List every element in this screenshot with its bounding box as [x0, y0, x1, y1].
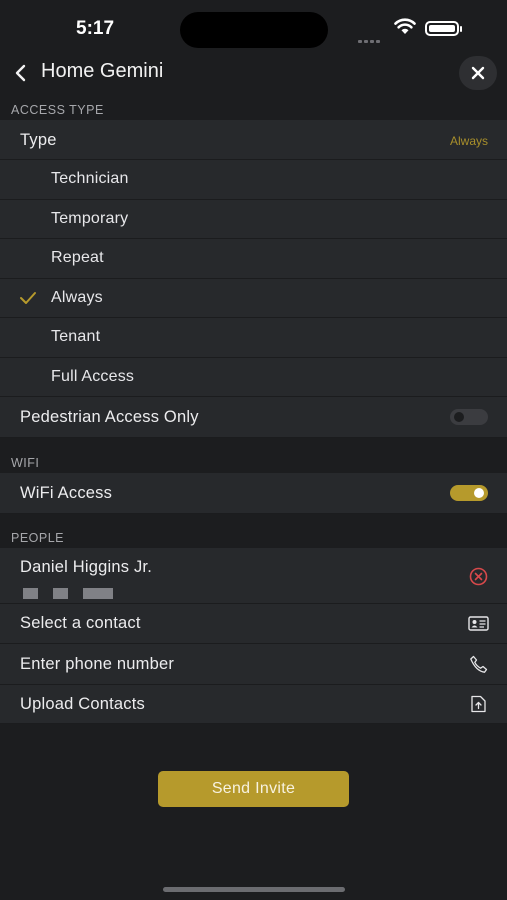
contact-card-icon [468, 616, 489, 631]
remove-circle-icon[interactable] [469, 567, 488, 586]
select-contact-row[interactable]: Select a contact [0, 604, 507, 644]
pedestrian-access-label: Pedestrian Access Only [20, 408, 199, 426]
battery-icon [425, 21, 462, 36]
section-header-wifi: WIFI [11, 456, 40, 470]
access-option-repeat[interactable]: Repeat [0, 239, 507, 279]
type-label: Type [20, 131, 57, 149]
option-label: Full Access [51, 368, 135, 385]
home-indicator [163, 887, 345, 892]
upload-file-icon [471, 695, 486, 713]
access-option-technician[interactable]: Technician [0, 160, 507, 200]
option-label: Technician [51, 170, 129, 187]
access-option-tenant[interactable]: Tenant [0, 318, 507, 358]
phone-icon [470, 655, 488, 673]
section-header-people: PEOPLE [11, 531, 65, 545]
page-title: Home Gemini [41, 60, 164, 82]
cellular-signal-icon [358, 30, 382, 48]
enter-phone-label: Enter phone number [20, 655, 175, 673]
upload-contacts-label: Upload Contacts [20, 695, 145, 713]
option-label: Always [51, 289, 103, 306]
access-option-temporary[interactable]: Temporary [0, 200, 507, 239]
status-time: 5:17 [76, 18, 115, 39]
wifi-access-label: WiFi Access [20, 484, 113, 502]
access-option-always[interactable]: Always [0, 279, 507, 318]
close-icon [471, 66, 485, 80]
upload-contacts-row[interactable]: Upload Contacts [0, 685, 507, 724]
status-bar: 5:17 [0, 0, 507, 52]
select-contact-label: Select a contact [20, 614, 141, 632]
wifi-access-toggle[interactable] [450, 485, 488, 501]
dynamic-island [180, 12, 328, 48]
option-label: Repeat [51, 249, 104, 266]
chevron-left-icon[interactable] [12, 62, 32, 84]
option-label: Tenant [51, 328, 101, 345]
enter-phone-row[interactable]: Enter phone number [0, 644, 507, 685]
send-invite-button[interactable]: Send Invite [158, 771, 349, 807]
checkmark-icon [20, 292, 36, 304]
pedestrian-access-toggle[interactable] [450, 409, 488, 425]
wifi-access-row: WiFi Access [0, 473, 507, 514]
wifi-icon [394, 18, 416, 34]
person-row: Daniel Higgins Jr. [0, 548, 507, 604]
access-option-full-access[interactable]: Full Access [0, 358, 507, 397]
section-header-access-type: ACCESS TYPE [11, 103, 104, 117]
type-value: Always [449, 134, 488, 148]
option-label: Temporary [51, 210, 129, 227]
toggle-knob [474, 488, 484, 498]
toggle-knob [454, 412, 464, 422]
close-button[interactable] [459, 56, 497, 90]
person-name: Daniel Higgins Jr. [20, 558, 152, 576]
type-row[interactable]: Type Always [0, 120, 507, 160]
pedestrian-access-row: Pedestrian Access Only [0, 397, 507, 438]
nav-bar: Home Gemini [0, 52, 507, 96]
